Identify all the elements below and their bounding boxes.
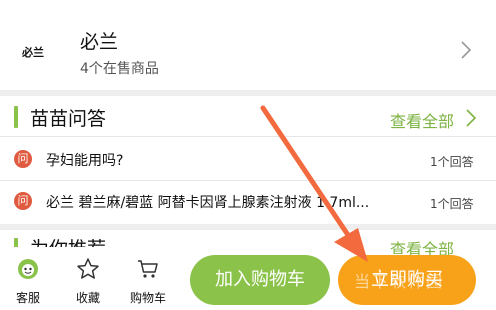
watermark: 当下软件园 <box>354 272 445 291</box>
customer-service-icon <box>16 257 40 281</box>
store-logo: 必兰 <box>22 46 44 59</box>
qa-view-all-label: 查看全部 <box>390 112 455 131</box>
tab-customer-service[interactable]: 客服 <box>6 249 50 307</box>
qa-answer-count: 1个回答 <box>430 197 474 211</box>
qa-section: 苗苗问答 查看全部 问 孕妇能用吗? 1个回答 问 必兰 碧兰麻/碧蓝 阿替卡因… <box>0 96 496 224</box>
chevron-right-icon <box>460 40 480 60</box>
store-name: 必兰 <box>80 31 119 53</box>
tab-cart[interactable]: 购物车 <box>126 249 170 307</box>
qa-title: 苗苗问答 <box>30 108 107 130</box>
question-icon: 问 <box>14 192 32 210</box>
section-accent-bar <box>14 106 18 128</box>
divider <box>0 180 496 181</box>
qa-question: 孕妇能用吗? <box>46 153 124 169</box>
store-product-count: 4个在售商品 <box>80 61 159 77</box>
tab-label: 购物车 <box>129 291 166 305</box>
store-card[interactable]: 必兰 必兰 4个在售商品 <box>0 0 496 90</box>
qa-answer-count: 1个回答 <box>430 155 474 169</box>
qa-item[interactable]: 问 孕妇能用吗? 1个回答 <box>0 140 496 180</box>
tab-favorite[interactable]: 收藏 <box>66 249 110 307</box>
tab-label: 客服 <box>15 291 40 305</box>
bottom-action-bar: 客服 收藏 购物车 <box>0 247 180 309</box>
question-icon: 问 <box>14 150 32 168</box>
qa-question: 必兰 碧兰麻/碧蓝 阿替卡因肾上腺素注射液 1.7ml... <box>46 195 370 211</box>
star-icon <box>76 257 100 281</box>
divider <box>0 136 496 137</box>
tab-label: 收藏 <box>75 291 100 305</box>
add-to-cart-button[interactable]: 加入购物车 <box>190 255 330 305</box>
qa-item[interactable]: 问 必兰 碧兰麻/碧蓝 阿替卡因肾上腺素注射液 1.7ml... 1个回答 <box>0 184 496 224</box>
cart-icon <box>136 257 160 281</box>
chevron-right-icon <box>465 108 485 128</box>
